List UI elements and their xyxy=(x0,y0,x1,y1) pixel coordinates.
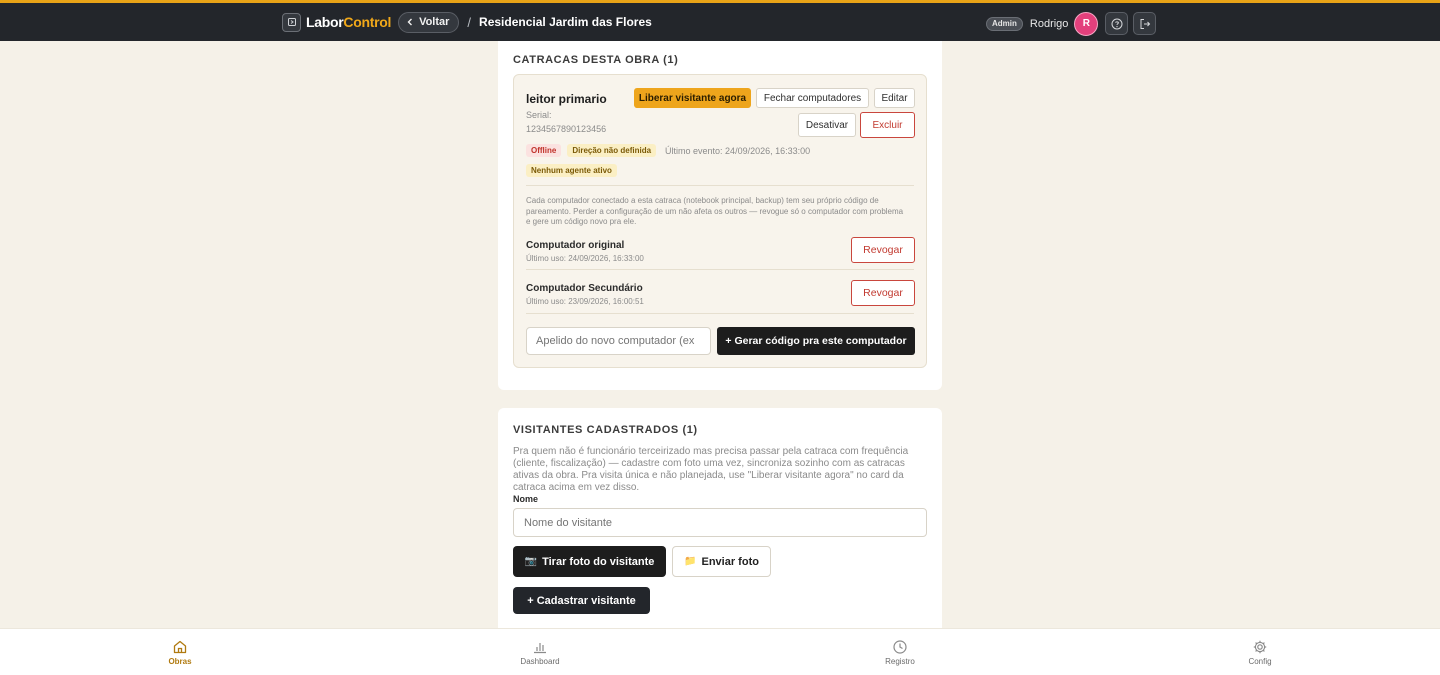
clock-icon xyxy=(893,640,907,654)
help-icon xyxy=(1111,18,1123,29)
back-button-label: Voltar xyxy=(419,16,450,28)
top-bar-right: Admin Rodrigo R xyxy=(986,11,1161,36)
gear-icon xyxy=(1253,640,1267,654)
breadcrumb-separator: / xyxy=(467,14,472,30)
nav-label: Registro xyxy=(885,657,915,666)
brand-part-1: Labor xyxy=(306,14,344,30)
brand-part-2: Control xyxy=(343,14,392,30)
delete-button[interactable]: Excluir xyxy=(860,112,915,138)
logout-button[interactable] xyxy=(1133,12,1157,35)
turnstile-name: leitor primario xyxy=(526,92,607,106)
nav-label: Dashboard xyxy=(520,657,560,666)
agent-row: Nenhum agente ativo xyxy=(526,164,623,177)
revoke-button[interactable]: Revogar xyxy=(851,280,915,306)
visitors-card: VISITANTES CADASTRADOS (1) Pra quem não … xyxy=(498,408,942,638)
nav-item-dashboard[interactable]: Dashboard xyxy=(500,639,580,666)
camera-icon: 📷 xyxy=(524,556,538,567)
computer-name: Computador original xyxy=(526,240,625,251)
nav-label: Config xyxy=(1248,657,1272,666)
agent-badge: Nenhum agente ativo xyxy=(526,164,617,177)
role-badge: Admin xyxy=(986,16,1023,31)
breadcrumb-current: Residencial Jardim das Flores xyxy=(479,15,652,29)
name-label: Nome xyxy=(513,494,539,504)
avatar[interactable]: R xyxy=(1074,11,1099,36)
nav-item-obras[interactable]: Obras xyxy=(140,639,220,666)
user-name: Rodrigo xyxy=(1029,17,1069,30)
take-photo-label: Tirar foto do visitante xyxy=(542,555,655,568)
turnstiles-title: CATRACAS DESTA OBRA (1) xyxy=(513,54,679,66)
visitors-title: VISITANTES CADASTRADOS (1) xyxy=(513,424,698,436)
chevron-left-icon xyxy=(407,18,413,26)
divider xyxy=(526,313,914,314)
status-badge: Offline xyxy=(526,144,562,157)
help-button[interactable] xyxy=(1105,12,1129,35)
computer-nickname-input[interactable] xyxy=(526,327,711,355)
bottom-nav: Obras Dashboard Registro Config xyxy=(0,628,1440,675)
logout-icon xyxy=(1140,18,1151,29)
generate-code-button[interactable]: + Gerar código pra este computador xyxy=(717,327,915,355)
deactivate-button[interactable]: Desativar xyxy=(798,113,856,137)
send-photo-label: Enviar foto xyxy=(701,555,759,568)
direction-badge: Direção não definida xyxy=(567,144,657,157)
computer-last-use: Último uso: 23/09/2026, 16:00:51 xyxy=(526,297,644,306)
edit-button[interactable]: Editar xyxy=(874,88,915,108)
back-button[interactable]: Voltar xyxy=(398,11,460,33)
divider xyxy=(526,185,914,186)
computer-name: Computador Secundário xyxy=(526,283,643,294)
app-logo-icon[interactable] xyxy=(282,12,301,32)
serial-value: 1234567890123456 xyxy=(526,124,607,134)
nav-item-registro[interactable]: Registro xyxy=(860,639,940,666)
close-computers-button[interactable]: Fechar computadores xyxy=(756,88,869,108)
top-bar: LaborControl Voltar / Residencial Jardim… xyxy=(0,0,1440,41)
turnstiles-card: CATRACAS DESTA OBRA (1) leitor primario … xyxy=(498,41,942,390)
take-photo-button[interactable]: 📷 Tirar foto do visitante xyxy=(513,546,666,577)
last-event: Último evento: 24/09/2026, 16:33:00 xyxy=(665,145,811,156)
register-visitor-button[interactable]: + Cadastrar visitante xyxy=(513,587,650,614)
revoke-button[interactable]: Revogar xyxy=(851,237,915,263)
nav-label: Obras xyxy=(168,657,192,666)
turnstile-item: leitor primario Serial: 1234567890123456… xyxy=(513,74,927,368)
top-bar-left: LaborControl Voltar / Residencial Jardim… xyxy=(282,11,652,33)
bar-chart-icon xyxy=(534,643,546,654)
send-photo-button[interactable]: 📁 Enviar foto xyxy=(672,546,771,577)
computer-last-use: Último uso: 24/09/2026, 16:33:00 xyxy=(526,254,644,263)
nav-item-config[interactable]: Config xyxy=(1220,639,1300,666)
folder-icon: 📁 xyxy=(684,556,697,567)
status-row: Offline Direção não definida Último even… xyxy=(526,144,810,157)
release-visitor-button[interactable]: Liberar visitante agora xyxy=(634,88,751,108)
app-brand[interactable]: LaborControl xyxy=(306,14,391,30)
divider xyxy=(526,269,914,270)
visitor-name-input[interactable] xyxy=(513,508,927,537)
home-icon xyxy=(173,640,187,654)
pairing-info: Cada computador conectado a esta catraca… xyxy=(526,196,904,226)
visitors-description: Pra quem não é funcionário terceirizado … xyxy=(513,446,909,493)
serial-label: Serial: xyxy=(526,110,552,120)
